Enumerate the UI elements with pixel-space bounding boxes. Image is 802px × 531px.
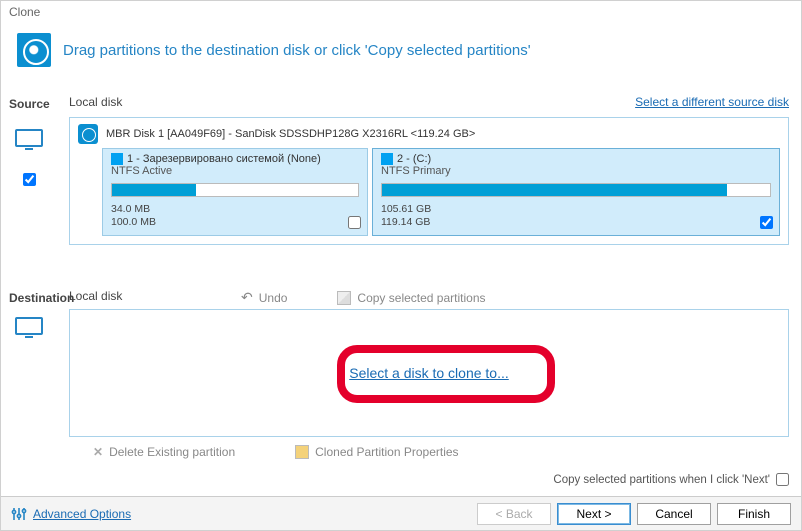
partition-subtype: NTFS Active: [111, 165, 359, 177]
partition-2[interactable]: 2 - (C:) NTFS Primary 105.61 GB 119.14 G…: [372, 148, 780, 236]
windows-flag-icon: [111, 153, 123, 165]
undo-icon: [241, 289, 253, 306]
delete-label: Delete Existing partition: [109, 445, 235, 459]
partition-used: 105.61 GB: [381, 203, 771, 216]
copy-label: Copy selected partitions: [357, 291, 485, 305]
usage-fill: [382, 184, 727, 196]
monitor-icon: [15, 129, 43, 151]
sliders-icon: [11, 506, 27, 522]
source-local-disk: Local disk: [69, 95, 122, 109]
source-disk-checkbox[interactable]: [23, 173, 36, 186]
copy-selected-button[interactable]: Copy selected partitions: [337, 291, 485, 305]
delete-icon: [93, 445, 103, 459]
delete-existing-button[interactable]: Delete Existing partition: [93, 445, 235, 459]
destination-local-disk: Local disk: [69, 289, 122, 303]
monitor-icon: [15, 317, 43, 339]
destination-label: Destination: [9, 291, 74, 305]
destination-actions: Delete Existing partition Cloned Partiti…: [93, 445, 789, 459]
partition-checkbox[interactable]: [760, 216, 773, 229]
partition-checkbox[interactable]: [348, 216, 361, 229]
undo-button[interactable]: Undo: [241, 289, 287, 306]
usage-bar: [381, 183, 771, 197]
back-button[interactable]: < Back: [477, 503, 551, 525]
copy-on-next-hint: Copy selected partitions when I click 'N…: [553, 473, 789, 486]
source-label: Source: [9, 97, 50, 111]
partition-1[interactable]: 1 - Зарезервировано системой (None) NTFS…: [102, 148, 368, 236]
destination-toolbar: Undo Copy selected partitions: [241, 289, 486, 306]
copy-on-next-checkbox[interactable]: [776, 473, 789, 486]
hint-text: Copy selected partitions when I click 'N…: [553, 474, 770, 486]
clone-app-icon: [17, 33, 51, 67]
next-button[interactable]: Next >: [557, 503, 631, 525]
properties-icon: [295, 445, 309, 459]
partition-title: 2 - (C:): [397, 153, 431, 165]
footer: Advanced Options < Back Next > Cancel Fi…: [1, 496, 801, 530]
undo-label: Undo: [259, 291, 288, 305]
disk-header: MBR Disk 1 [AA049F69] - SanDisk SDSSDHP1…: [70, 118, 788, 148]
source-row: Local disk Select a different source dis…: [69, 95, 789, 109]
select-disk-to-clone-link[interactable]: Select a disk to clone to...: [345, 363, 513, 383]
partition-subtype: NTFS Primary: [381, 165, 771, 177]
window-title: Clone: [1, 1, 801, 23]
windows-flag-icon: [381, 153, 393, 165]
props-label: Cloned Partition Properties: [315, 445, 458, 459]
partition-used: 34.0 MB: [111, 203, 359, 216]
advanced-options-link[interactable]: Advanced Options: [33, 507, 131, 521]
header-instruction: Drag partitions to the destination disk …: [63, 42, 531, 59]
partition-title: 1 - Зарезервировано системой (None): [127, 153, 321, 165]
partition-total: 119.14 GB: [381, 216, 771, 229]
destination-panel: Select a disk to clone to...: [69, 309, 789, 437]
usage-bar: [111, 183, 359, 197]
hdd-icon: [78, 124, 98, 144]
source-disk-panel: MBR Disk 1 [AA049F69] - SanDisk SDSSDHP1…: [69, 117, 789, 245]
cloned-props-button[interactable]: Cloned Partition Properties: [295, 445, 458, 459]
header: Drag partitions to the destination disk …: [1, 23, 801, 81]
partition-total: 100.0 MB: [111, 216, 359, 229]
select-different-source-link[interactable]: Select a different source disk: [635, 95, 789, 109]
finish-button[interactable]: Finish: [717, 503, 791, 525]
disk-label: MBR Disk 1 [AA049F69] - SanDisk SDSSDHP1…: [106, 128, 475, 140]
usage-fill: [112, 184, 196, 196]
cancel-button[interactable]: Cancel: [637, 503, 711, 525]
copy-icon: [337, 291, 351, 305]
